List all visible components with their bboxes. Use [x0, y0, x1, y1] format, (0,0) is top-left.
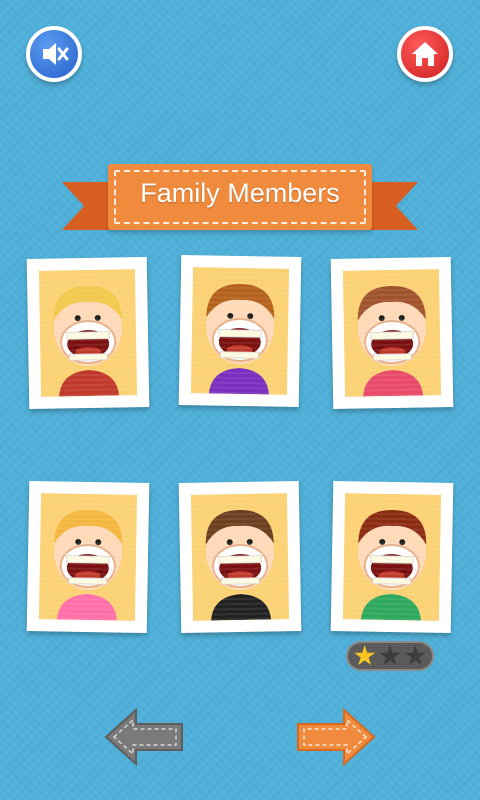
- star-empty-icon: [379, 645, 401, 666]
- member-portrait: [190, 493, 290, 621]
- member-portrait: [342, 493, 442, 621]
- boy-face-illustration: [53, 286, 122, 397]
- next-arrow-button[interactable]: [294, 706, 376, 768]
- member-card-father[interactable]: [178, 480, 302, 634]
- home-button[interactable]: [397, 26, 453, 82]
- member-portrait: [342, 269, 442, 397]
- banner-panel: Family Members: [108, 164, 372, 230]
- title-banner: Family Members: [62, 164, 418, 242]
- right-arrow-icon: [297, 707, 376, 767]
- page-title: Family Members: [140, 178, 340, 208]
- big-brother-face-illustration: [206, 284, 275, 395]
- star-empty-icon: [404, 645, 426, 666]
- member-portrait: [38, 269, 138, 397]
- member-portrait: [190, 267, 290, 395]
- left-arrow-icon: [104, 707, 183, 767]
- father-face-illustration: [205, 510, 274, 621]
- star-filled-icon: [354, 645, 376, 666]
- star-rating: [346, 641, 434, 671]
- mother-face-illustration: [358, 510, 427, 621]
- member-card-little-sister[interactable]: [26, 480, 150, 634]
- girl-face-illustration: [357, 286, 426, 397]
- little-sister-face-illustration: [54, 510, 123, 621]
- member-card-girl[interactable]: [330, 256, 454, 410]
- previous-arrow-button[interactable]: [104, 706, 186, 768]
- member-card-big-brother[interactable]: [178, 254, 302, 408]
- member-card-mother[interactable]: [330, 480, 454, 634]
- member-card-boy[interactable]: [26, 256, 150, 410]
- member-portrait: [38, 493, 138, 621]
- sound-toggle-button[interactable]: [26, 26, 82, 82]
